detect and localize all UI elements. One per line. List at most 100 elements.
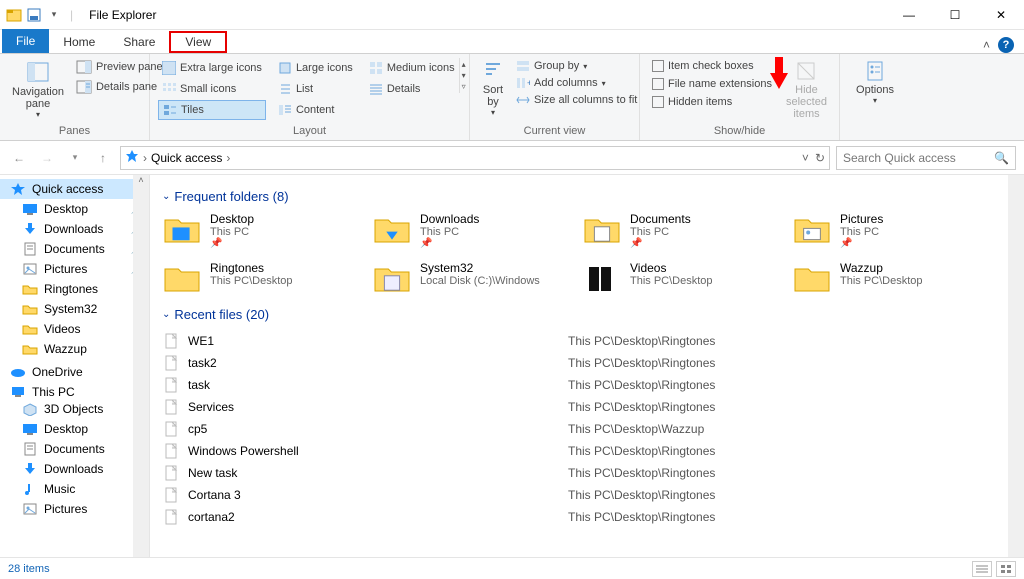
refresh-icon[interactable]: ↻: [815, 151, 825, 165]
sidebar-onedrive[interactable]: OneDrive: [0, 365, 149, 379]
sidebar-pc-item-music[interactable]: Music: [0, 479, 149, 499]
sidebar-item-ringtones[interactable]: Ringtones: [0, 279, 149, 299]
help-icon[interactable]: ?: [998, 37, 1014, 53]
address-crumb-quick-access[interactable]: Quick access: [151, 151, 222, 165]
navigation-pane-button[interactable]: Navigation pane ▾: [8, 58, 68, 121]
sidebar-item-downloads[interactable]: Downloads📌: [0, 219, 149, 239]
recent-file-row[interactable]: WE1 This PC\Desktop\Ringtones: [162, 330, 996, 352]
recent-file-name: Services: [188, 400, 568, 414]
maximize-button[interactable]: ☐: [932, 0, 978, 30]
folder-icon: [372, 261, 412, 297]
sort-by-button[interactable]: Sort by ▾: [478, 58, 508, 119]
layout-gallery-expand-icon[interactable]: ▿: [462, 82, 466, 91]
layout-group-label: Layout: [158, 123, 461, 140]
recent-files-header[interactable]: ⌄ Recent files (20): [162, 307, 996, 322]
status-bar: 28 items: [0, 557, 1024, 579]
folder-sub: Local Disk (C:)\Windows: [420, 275, 540, 287]
frequent-folders-header[interactable]: ⌄ Frequent folders (8): [162, 189, 996, 204]
large-icons-button[interactable]: Large icons: [274, 58, 357, 78]
add-columns-button[interactable]: +Add columns▾: [512, 75, 641, 91]
up-button[interactable]: ↑: [92, 147, 114, 169]
address-bar[interactable]: › Quick access › ˅ ↻: [120, 146, 830, 170]
small-icons-button[interactable]: Small icons: [158, 79, 266, 99]
options-button[interactable]: Options ▾: [848, 58, 902, 107]
forward-button[interactable]: →: [36, 147, 58, 169]
close-button[interactable]: ✕: [978, 0, 1024, 30]
pin-icon: 📌: [210, 238, 254, 249]
content-button[interactable]: Content: [274, 100, 357, 120]
recent-file-row[interactable]: cortana2 This PC\Desktop\Ringtones: [162, 506, 996, 528]
layout-scroll-down-icon[interactable]: ▾: [462, 71, 466, 80]
back-button[interactable]: ←: [8, 147, 30, 169]
recent-file-row[interactable]: Services This PC\Desktop\Ringtones: [162, 396, 996, 418]
details-pane-label: Details pane: [96, 81, 157, 93]
large-icons-view-icon[interactable]: [996, 561, 1016, 577]
sidebar-pc-item-3d objects[interactable]: 3D Objects: [0, 399, 149, 419]
recent-file-location: This PC\Desktop\Ringtones: [568, 466, 996, 480]
layout-scroll-up-icon[interactable]: ▴: [462, 60, 466, 69]
recent-file-row[interactable]: Cortana 3 This PC\Desktop\Ringtones: [162, 484, 996, 506]
frequent-folder-videos[interactable]: Videos This PC\Desktop: [582, 261, 786, 297]
recent-file-row[interactable]: Windows Powershell This PC\Desktop\Ringt…: [162, 440, 996, 462]
tiles-button[interactable]: Tiles: [158, 100, 266, 120]
details-view-icon[interactable]: [972, 561, 992, 577]
sidebar-scrollbar[interactable]: ˄: [133, 175, 149, 557]
address-crumb-sep2[interactable]: ›: [226, 151, 230, 165]
view-tab[interactable]: View: [169, 31, 227, 53]
item-check-boxes-toggle[interactable]: Item check boxes: [648, 58, 776, 74]
recent-file-location: This PC\Desktop\Wazzup: [568, 422, 996, 436]
frequent-folder-desktop[interactable]: Desktop This PC 📌: [162, 212, 366, 249]
frequent-folder-downloads[interactable]: Downloads This PC 📌: [372, 212, 576, 249]
file-icon: [162, 442, 180, 460]
qat-dropdown-icon[interactable]: ▾: [46, 7, 62, 23]
checkbox-icon: [652, 60, 664, 72]
sidebar-item-system32[interactable]: System32: [0, 299, 149, 319]
hide-selected-items-button[interactable]: Hide selected items: [782, 58, 831, 122]
sidebar-item-desktop[interactable]: Desktop📌: [0, 199, 149, 219]
group-by-button[interactable]: Group by▾: [512, 58, 641, 74]
qat-save-icon[interactable]: [26, 7, 42, 23]
extra-large-icons-button[interactable]: Extra large icons: [158, 58, 266, 78]
content-scrollbar[interactable]: [1008, 175, 1024, 557]
sidebar-item-wazzup[interactable]: Wazzup: [0, 339, 149, 359]
recent-file-row[interactable]: task This PC\Desktop\Ringtones: [162, 374, 996, 396]
frequent-folder-ringtones[interactable]: Ringtones This PC\Desktop: [162, 261, 366, 297]
recent-file-name: cortana2: [188, 510, 568, 524]
hidden-items-toggle[interactable]: Hidden items: [648, 94, 776, 110]
frequent-folder-system32[interactable]: System32 Local Disk (C:)\Windows: [372, 261, 576, 297]
frequent-folder-documents[interactable]: Documents This PC 📌: [582, 212, 786, 249]
sidebar-pc-item-downloads[interactable]: Downloads: [0, 459, 149, 479]
details-button[interactable]: Details: [365, 79, 459, 99]
recent-file-row[interactable]: cp5 This PC\Desktop\Wazzup: [162, 418, 996, 440]
file-name-extensions-toggle[interactable]: File name extensions: [648, 76, 776, 92]
frequent-folder-pictures[interactable]: Pictures This PC 📌: [792, 212, 996, 249]
frequent-folder-wazzup[interactable]: Wazzup This PC\Desktop: [792, 261, 996, 297]
pin-icon: 📌: [840, 238, 883, 249]
sidebar-pc-item-desktop[interactable]: Desktop: [0, 419, 149, 439]
minimize-button[interactable]: —: [886, 0, 932, 30]
list-button[interactable]: List: [274, 79, 357, 99]
medium-icons-button[interactable]: Medium icons: [365, 58, 459, 78]
sidebar-item-documents[interactable]: Documents📌: [0, 239, 149, 259]
recent-file-row[interactable]: New task This PC\Desktop\Ringtones: [162, 462, 996, 484]
search-box[interactable]: Search Quick access 🔍: [836, 146, 1016, 170]
sidebar-pc-item-documents[interactable]: Documents: [0, 439, 149, 459]
sidebar-item-pictures[interactable]: Pictures📌: [0, 259, 149, 279]
address-crumb-sep[interactable]: ›: [143, 151, 147, 165]
home-tab[interactable]: Home: [49, 31, 109, 53]
qat-separator: |: [70, 8, 73, 22]
recent-file-name: WE1: [188, 334, 568, 348]
share-tab[interactable]: Share: [109, 31, 169, 53]
options-label: Options: [856, 84, 894, 96]
sidebar-this-pc[interactable]: This PC: [0, 385, 149, 399]
size-all-columns-button[interactable]: Size all columns to fit: [512, 92, 641, 108]
file-tab[interactable]: File: [2, 29, 49, 53]
pin-icon: 📌: [630, 238, 691, 249]
address-dropdown-icon[interactable]: ˅: [802, 151, 809, 165]
recent-file-row[interactable]: task2 This PC\Desktop\Ringtones: [162, 352, 996, 374]
sidebar-pc-item-pictures[interactable]: Pictures: [0, 499, 149, 519]
sidebar-quick-access[interactable]: Quick access: [0, 179, 149, 199]
sidebar-item-videos[interactable]: Videos: [0, 319, 149, 339]
recent-locations-button[interactable]: ▾: [64, 147, 86, 169]
ribbon-collapse-icon[interactable]: ˄: [983, 38, 990, 52]
